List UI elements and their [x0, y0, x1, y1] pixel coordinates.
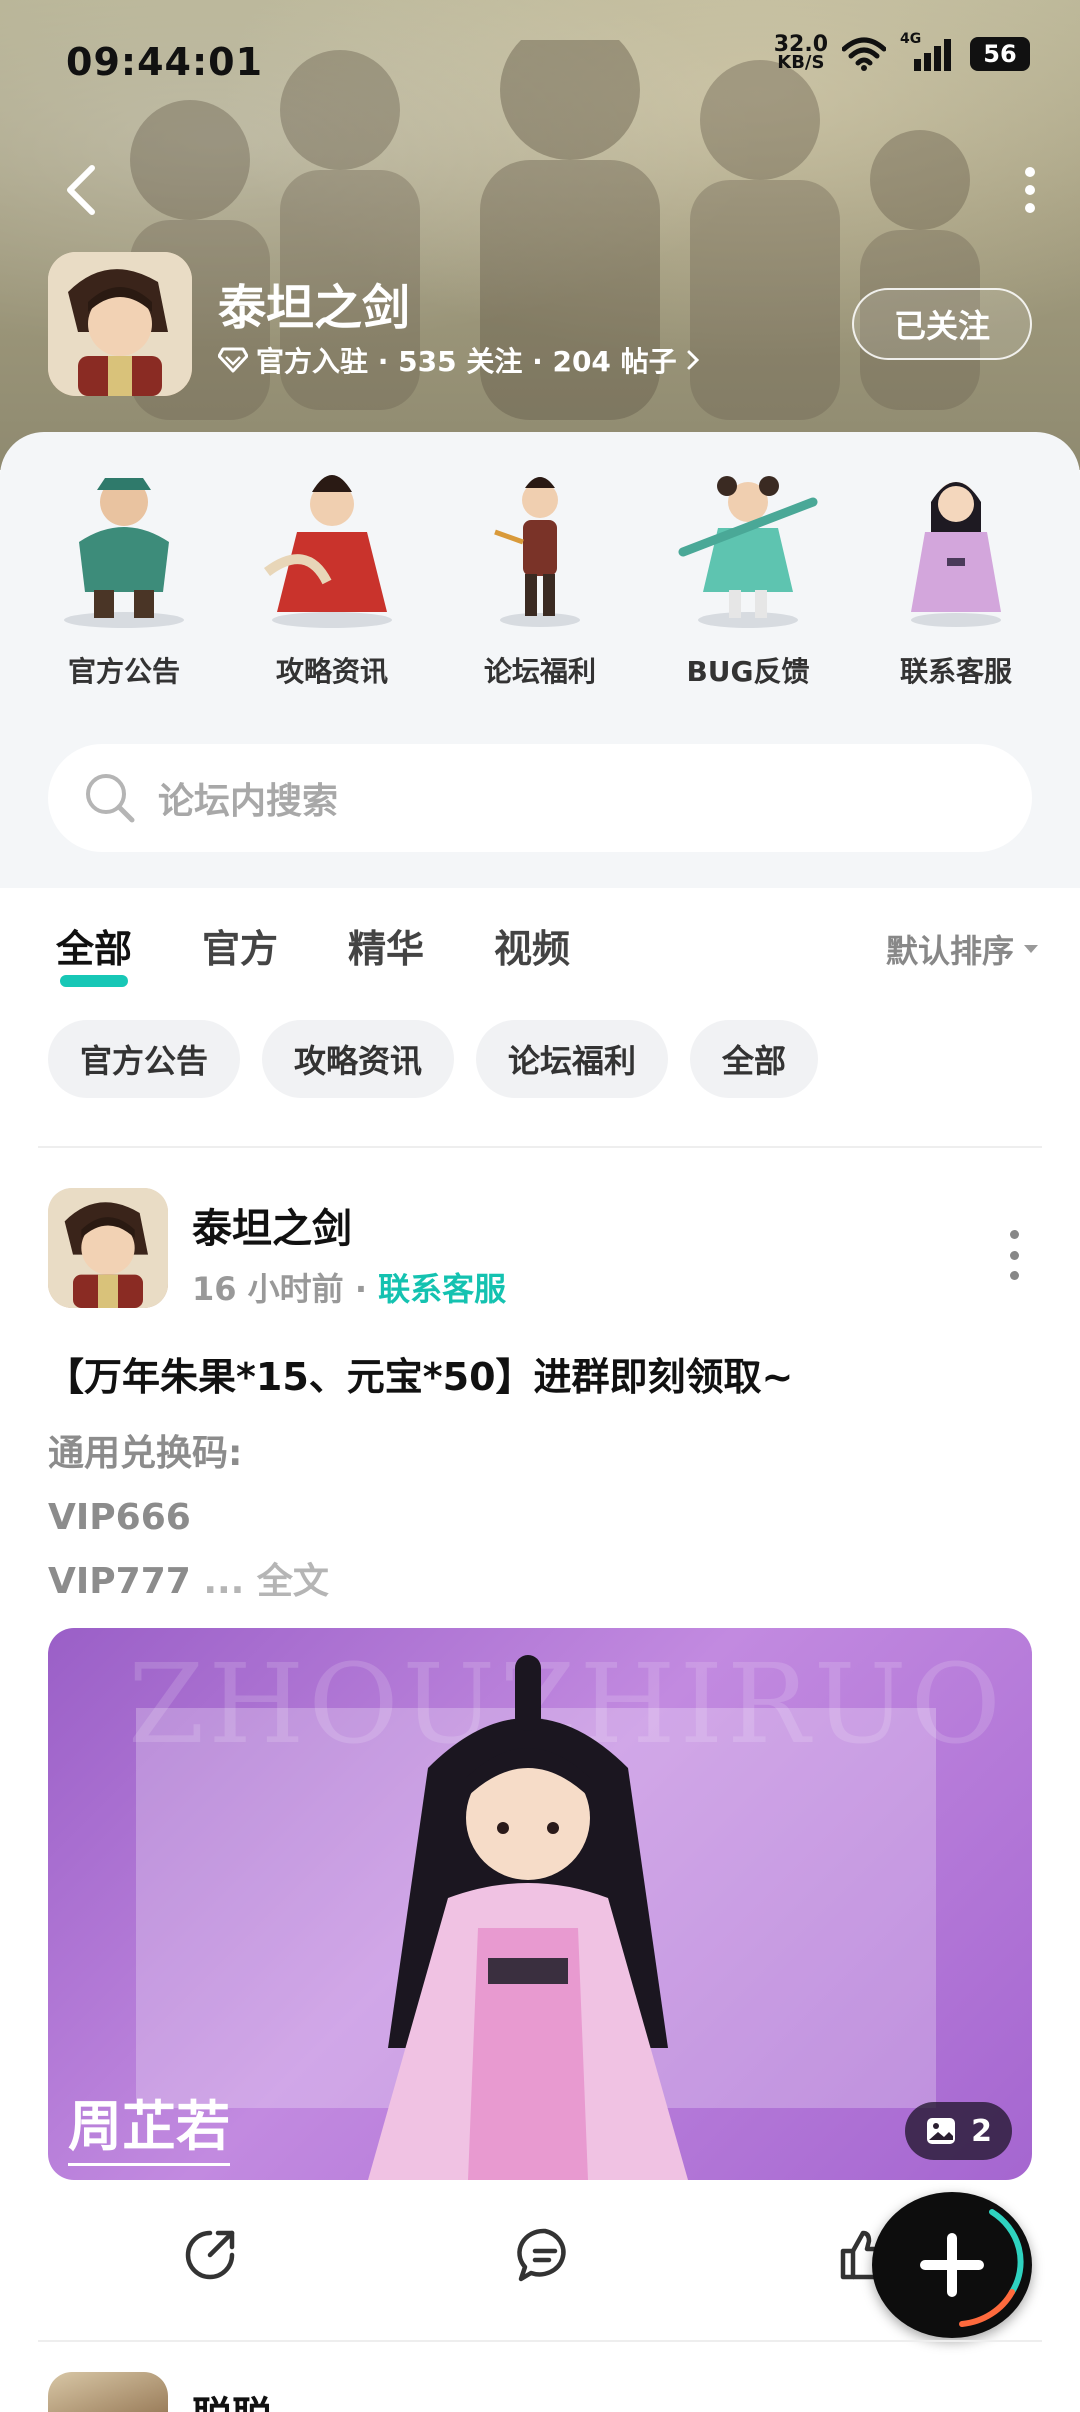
back-button[interactable] — [52, 160, 112, 220]
comment-icon — [517, 2228, 566, 2282]
more-dot-icon — [1025, 185, 1035, 195]
image-count-badge: 2 — [905, 2102, 1012, 2160]
search-icon — [86, 774, 135, 823]
game-avatar-image — [48, 252, 192, 396]
post-meta: 16 小时前 · 联系客服 — [192, 1264, 506, 1310]
tab-video[interactable]: 视频 — [494, 918, 570, 973]
more-options-button[interactable] — [1010, 160, 1050, 220]
category-filter-chips: 官方公告 攻略资讯 论坛福利 全部 — [48, 1020, 819, 1098]
game-title: 泰坦之剑 — [218, 280, 411, 336]
category-strategy-news[interactable]: 攻略资讯 — [242, 462, 422, 690]
cellular-signal-icon: 4G — [900, 31, 956, 71]
share-button[interactable] — [175, 2220, 245, 2290]
game-meta-text: 官方入驻 · 535 关注 · 204 帖子 — [256, 345, 677, 378]
comment-button[interactable] — [510, 2220, 580, 2290]
post-category-link[interactable]: 联系客服 — [378, 1270, 506, 1308]
chevron-right-icon — [687, 350, 699, 370]
sort-dropdown[interactable]: 默认排序 — [886, 926, 1040, 972]
tab-official[interactable]: 官方 — [202, 918, 278, 973]
feed-tabs: 全部 官方 精华 视频 — [56, 918, 570, 987]
plus-icon — [920, 2209, 1024, 2327]
post-body-line: VIP666 — [48, 1497, 191, 1538]
search-input[interactable]: 论坛内搜索 — [48, 744, 1032, 852]
sort-label: 默认排序 — [885, 932, 1014, 970]
post-more-button[interactable] — [1004, 1230, 1024, 1280]
status-bar: 09:44:01 32.0 KB/S 4G 56 — [0, 0, 1080, 120]
category-forum-benefits[interactable]: 论坛福利 — [450, 462, 630, 690]
image-caption: 周芷若 — [68, 2082, 230, 2166]
image-gallery-icon — [927, 2118, 956, 2144]
image-count: 2 — [971, 2113, 992, 2149]
chip-forum-benefits[interactable]: 论坛福利 — [476, 1020, 669, 1098]
follow-button[interactable]: 已关注 — [852, 288, 1032, 360]
category-figure-image — [264, 475, 392, 628]
network-type: 4G — [900, 31, 922, 47]
category-figure-image — [494, 477, 580, 627]
category-customer-service[interactable]: 联系客服 — [866, 462, 1046, 690]
next-post-author-name[interactable]: 聪聪 — [192, 2384, 272, 2412]
network-speed-unit: KB/S — [777, 52, 825, 73]
tab-featured[interactable]: 精华 — [348, 918, 424, 973]
more-dot-icon — [1025, 167, 1035, 177]
diamond-verified-icon — [218, 347, 248, 373]
more-dot-icon — [1009, 1250, 1019, 1260]
next-post-avatar[interactable] — [48, 2372, 168, 2412]
more-dot-icon — [1009, 1230, 1019, 1239]
status-time: 09:44:01 — [66, 40, 264, 84]
search-placeholder: 论坛内搜索 — [158, 781, 339, 822]
wifi-icon — [842, 37, 886, 71]
category-label: BUG反馈 — [686, 655, 810, 688]
more-dot-icon — [1025, 203, 1035, 213]
post-meta-separator: · — [343, 1270, 379, 1308]
post-author-avatar-image — [48, 1188, 168, 1308]
network-speed: 32.0 KB/S — [774, 34, 828, 73]
back-arrow-icon — [67, 165, 95, 215]
post-image[interactable]: ZHOUZHIRUO 周芷若 2 — [48, 1628, 1032, 2180]
category-bug-report[interactable]: BUG反馈 — [658, 462, 838, 690]
post-title[interactable]: 【万年朱果*15、元宝*50】进群即刻领取~ — [46, 1346, 793, 1401]
caret-down-icon — [1024, 945, 1038, 953]
battery-indicator: 56 — [970, 37, 1030, 71]
status-icons: 32.0 KB/S 4G 56 — [774, 31, 1030, 73]
divider — [38, 1146, 1042, 1148]
forum-panel: 官方公告 攻略资讯 论坛福利 BUG反馈 联系客服 论坛内搜索 — [0, 432, 1080, 888]
chip-official-announcement[interactable]: 官方公告 — [48, 1020, 241, 1098]
category-label: 联系客服 — [899, 655, 1012, 688]
category-figure-image — [911, 482, 1001, 627]
create-post-button[interactable] — [872, 2192, 1032, 2338]
post-body-last-line: VIP777 ... 全文 — [48, 1550, 329, 1614]
category-figure-image — [64, 478, 184, 628]
category-label: 攻略资讯 — [275, 655, 388, 688]
game-avatar[interactable] — [48, 252, 192, 396]
post-body-line: VIP777 — [48, 1561, 191, 1602]
category-label: 官方公告 — [67, 655, 180, 688]
post-body[interactable]: 通用兑换码: VIP666 VIP777 ... 全文 — [48, 1422, 329, 1614]
tab-all[interactable]: 全部 — [56, 918, 132, 987]
game-meta[interactable]: 官方入驻 · 535 关注 · 204 帖子 — [218, 340, 701, 380]
category-label: 论坛福利 — [483, 655, 596, 688]
divider — [38, 2340, 1042, 2342]
chip-strategy-news[interactable]: 攻略资讯 — [262, 1020, 455, 1098]
category-shortcuts: 官方公告 攻略资讯 论坛福利 BUG反馈 联系客服 — [0, 462, 1080, 690]
chip-all[interactable]: 全部 — [690, 1020, 819, 1098]
read-full-text-link[interactable]: ... 全文 — [191, 1561, 329, 1602]
more-dot-icon — [1009, 1271, 1019, 1280]
post-author-name[interactable]: 泰坦之剑 — [192, 1196, 352, 1254]
post-time: 16 小时前 — [192, 1270, 344, 1308]
share-icon — [185, 2230, 235, 2280]
category-official-announcement[interactable]: 官方公告 — [34, 462, 214, 690]
post-author-avatar[interactable] — [48, 1188, 168, 1308]
post-body-line: 通用兑换码: — [48, 1433, 243, 1474]
category-figure-image — [678, 476, 818, 628]
